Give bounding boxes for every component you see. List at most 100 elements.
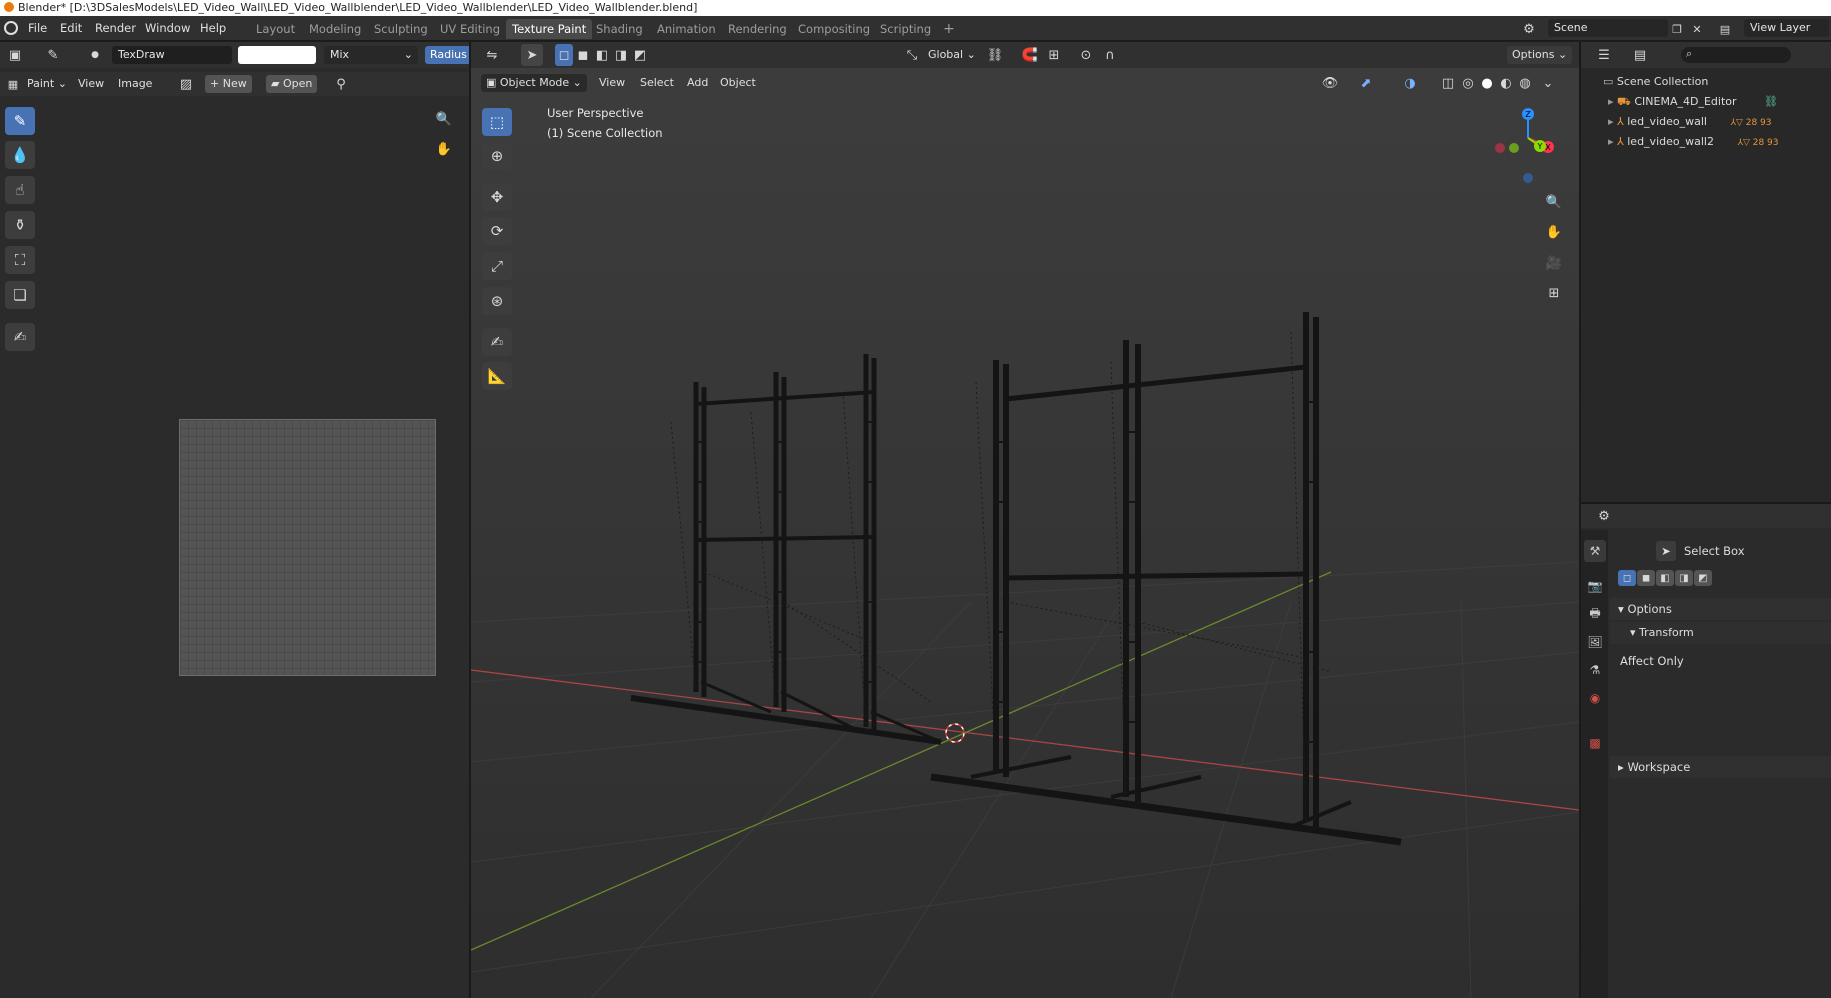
- options-panel-header[interactable]: ▾ Options: [1610, 598, 1831, 620]
- transform-orientation-icon[interactable]: ⤡: [901, 44, 923, 66]
- outliner-item-led-video-wall2[interactable]: ▸ ⅄ led_video_wall2 ⅄▽ 28 93: [1608, 132, 1779, 152]
- select-mode-subtract-icon[interactable]: ◧: [1656, 570, 1674, 586]
- brush-icon[interactable]: ✎: [42, 44, 64, 66]
- world-tab-icon[interactable]: ◉: [1584, 687, 1606, 709]
- menu-edit[interactable]: Edit: [60, 16, 82, 41]
- paint-mode-menu[interactable]: Paint ⌄: [22, 75, 72, 93]
- outliner-item-led-video-wall[interactable]: ▸ ⅄ led_video_wall ⅄▽ 28 93: [1608, 112, 1772, 132]
- select-new-icon[interactable]: ◻: [555, 44, 573, 66]
- blend-mode-select[interactable]: Mix ⌄: [324, 46, 418, 64]
- menu-file[interactable]: File: [28, 16, 47, 41]
- ortho-toggle-icon[interactable]: ⊞: [1543, 282, 1565, 304]
- overlays-icon[interactable]: ◑: [1399, 72, 1421, 94]
- tool-clone[interactable]: ⚱: [5, 211, 35, 239]
- render-tab-icon[interactable]: 📷: [1584, 575, 1606, 597]
- falloff-icon[interactable]: ∩: [1099, 44, 1121, 66]
- menu-image[interactable]: Image: [113, 75, 157, 93]
- image-canvas[interactable]: [179, 419, 436, 676]
- zoom-icon[interactable]: 🔍: [433, 108, 455, 130]
- snap-target-icon[interactable]: ⊞: [1043, 44, 1065, 66]
- select-intersect-icon[interactable]: ◩: [631, 44, 649, 66]
- select-mode-extend-icon[interactable]: ◼: [1637, 570, 1655, 586]
- select-cursor-icon[interactable]: ➤: [521, 44, 543, 66]
- snap-icon[interactable]: 🧲: [1019, 44, 1041, 66]
- view-layer-field[interactable]: View Layer: [1744, 19, 1829, 37]
- select-subtract-icon[interactable]: ◧: [593, 44, 611, 66]
- menu-render[interactable]: Render: [95, 16, 136, 41]
- transform-subpanel-header[interactable]: ▾ Transform: [1610, 622, 1831, 644]
- proportional-edit-icon[interactable]: ⊙: [1075, 44, 1097, 66]
- tool-fill[interactable]: ⛶: [5, 246, 35, 274]
- menu-help[interactable]: Help: [200, 16, 226, 41]
- tab-animation[interactable]: Animation: [651, 19, 722, 39]
- display-mode-icon[interactable]: ▤: [1629, 44, 1651, 66]
- view-layer-icon[interactable]: ▤: [1714, 18, 1736, 40]
- radius-button[interactable]: Radius: [425, 46, 472, 64]
- tab-rendering[interactable]: Rendering: [722, 19, 793, 39]
- scene-selector-icon[interactable]: ⚙: [1518, 18, 1540, 40]
- tool-smear[interactable]: ☝: [5, 176, 35, 204]
- tool-annotate-viewport[interactable]: ✍: [482, 328, 512, 356]
- outliner-editor-type-icon[interactable]: ☰: [1593, 44, 1615, 66]
- select-mode-invert-icon[interactable]: ◨: [1675, 570, 1693, 586]
- rendered-shading-icon[interactable]: ◍: [1514, 72, 1536, 94]
- gizmo-toggle-icon[interactable]: ⬈: [1355, 72, 1377, 94]
- scene-name-field[interactable]: Scene: [1548, 19, 1668, 37]
- select-extend-icon[interactable]: ◼: [574, 44, 592, 66]
- scene-tab-icon[interactable]: ⚗: [1584, 659, 1606, 681]
- tool-measure[interactable]: 📐: [482, 362, 512, 390]
- tab-texture-paint[interactable]: Texture Paint: [506, 19, 593, 39]
- view-layer-tab-icon[interactable]: 🖼: [1584, 631, 1606, 653]
- tool-rotate[interactable]: ⟳: [482, 217, 512, 245]
- tool-annotate[interactable]: ✍: [5, 323, 35, 351]
- tab-modeling[interactable]: Modeling: [303, 19, 367, 39]
- navigation-gizmo[interactable]: Z X Y: [1490, 106, 1566, 186]
- tool-cursor[interactable]: ⊕: [482, 142, 512, 170]
- properties-editor-type-icon[interactable]: ⚙: [1593, 505, 1615, 527]
- tool-settings-tab-icon[interactable]: ⚒: [1584, 540, 1606, 562]
- tool-mask[interactable]: ❏: [5, 281, 35, 309]
- brush-color-swatch[interactable]: [238, 46, 316, 64]
- menu-view[interactable]: View: [73, 75, 109, 93]
- tool-soften[interactable]: 💧: [5, 141, 35, 169]
- tab-sculpting[interactable]: Sculpting: [368, 19, 434, 39]
- pan-hand-icon[interactable]: ✋: [433, 138, 455, 160]
- tool-select-box[interactable]: ⬚: [482, 108, 512, 136]
- viewport-menu-select[interactable]: Select: [635, 74, 679, 92]
- viewport-menu-object[interactable]: Object: [715, 74, 761, 92]
- outliner-scene-collection[interactable]: ▭ Scene Collection: [1603, 72, 1708, 92]
- object-mode-select[interactable]: ▣ Object Mode ⌄: [481, 74, 587, 92]
- tab-uv-editing[interactable]: UV Editing: [434, 19, 506, 39]
- tab-shading[interactable]: Shading: [590, 19, 649, 39]
- workspace-panel-header[interactable]: ▸ Workspace: [1610, 756, 1831, 778]
- new-scene-icon[interactable]: ❐: [1666, 18, 1688, 40]
- tool-draw[interactable]: ✎: [5, 107, 35, 135]
- output-tab-icon[interactable]: 🖶: [1584, 603, 1606, 625]
- pivot-point-icon[interactable]: ⛓: [984, 44, 1006, 66]
- select-mode-intersect-icon[interactable]: ◩: [1694, 570, 1712, 586]
- tab-scripting[interactable]: Scripting: [874, 19, 937, 39]
- menu-window[interactable]: Window: [145, 16, 190, 41]
- viewport-menu-add[interactable]: Add: [682, 74, 713, 92]
- outliner-item-cinema4d[interactable]: ▸ ⛟ CINEMA_4D_Editor ⛓: [1608, 92, 1778, 112]
- viewport-zoom-icon[interactable]: 🔍: [1543, 191, 1565, 213]
- shading-options-icon[interactable]: ⌄: [1537, 72, 1559, 94]
- 3d-viewport[interactable]: [471, 42, 1579, 998]
- xray-icon[interactable]: ◫: [1437, 72, 1459, 94]
- select-invert-icon[interactable]: ◨: [612, 44, 630, 66]
- tool-move[interactable]: ✥: [482, 183, 512, 211]
- orientation-select[interactable]: Global ⌄: [923, 46, 981, 64]
- new-image-button[interactable]: + New: [205, 75, 252, 93]
- add-workspace-button[interactable]: +: [937, 19, 961, 39]
- options-dropdown[interactable]: Options ⌄: [1507, 46, 1573, 64]
- camera-view-icon[interactable]: 🎥: [1543, 252, 1565, 274]
- viewport-editor-type-icon[interactable]: ⇋: [481, 44, 503, 66]
- tab-compositing[interactable]: Compositing: [792, 19, 876, 39]
- texture-tab-icon[interactable]: ▩: [1584, 732, 1606, 754]
- editor-type-icon[interactable]: ▣: [4, 44, 26, 66]
- select-mode-new-icon[interactable]: ◻: [1618, 570, 1636, 586]
- image-browse-icon[interactable]: ▨: [175, 73, 197, 95]
- pin-icon[interactable]: ⚲: [330, 73, 352, 95]
- visibility-eye-icon[interactable]: 👁: [1319, 72, 1341, 94]
- tab-layout[interactable]: Layout: [250, 19, 301, 39]
